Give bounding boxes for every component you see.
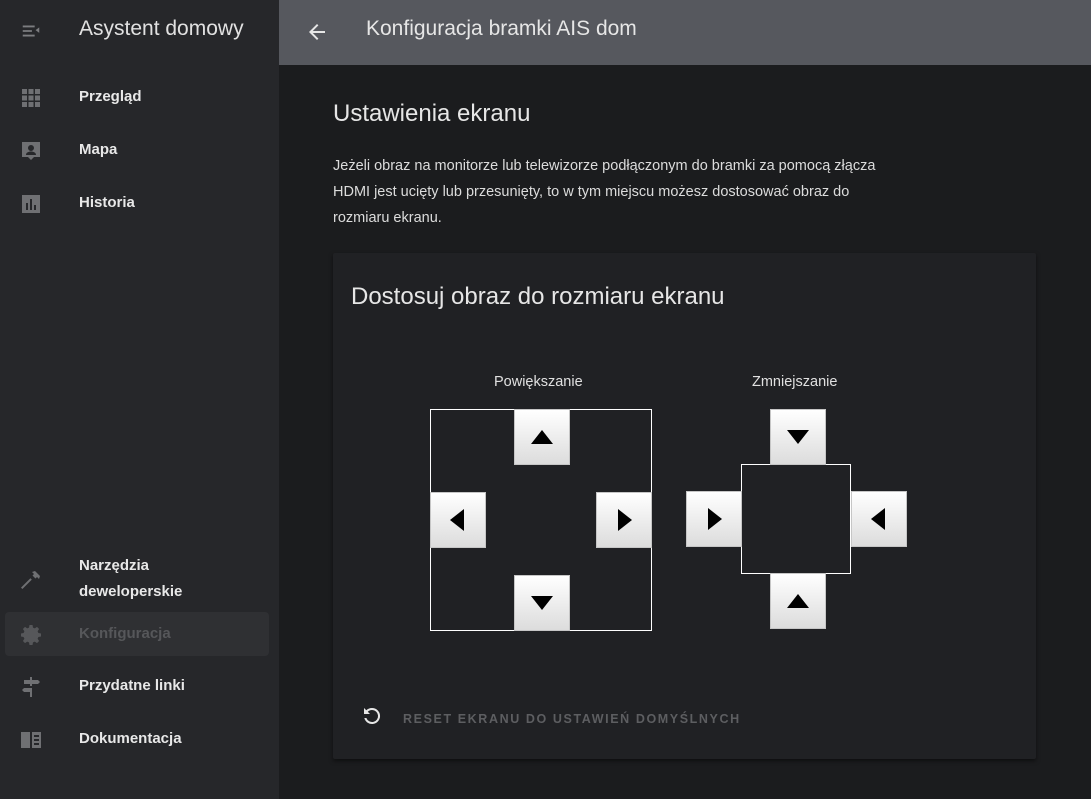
enlarge-right-button[interactable]: [596, 492, 652, 548]
triangle-left-icon: [450, 509, 464, 531]
reset-screen-button[interactable]: RESET EKRANU DO USTAWIEŃ DOMYŚLNYCH: [403, 712, 741, 726]
sidebar-item-documentation[interactable]: Dokumentacja: [5, 717, 269, 761]
sidebar-item-overview[interactable]: Przegląd: [5, 75, 269, 119]
sidebar-item-label-line1: Narzędzia: [79, 557, 150, 574]
sidebar: Asystent domowy Przegląd Mapa Historia N…: [0, 0, 279, 799]
triangle-right-icon: [618, 509, 632, 531]
shrink-down-button[interactable]: [770, 409, 826, 465]
triangle-up-icon: [531, 430, 553, 444]
triangle-up-icon: [787, 594, 809, 608]
sidebar-item-label: Historia: [79, 194, 135, 211]
sidebar-item-history[interactable]: Historia: [5, 181, 269, 225]
restore-icon[interactable]: [360, 704, 384, 728]
enlarge-label: Powiększanie: [494, 374, 583, 390]
shrink-up-button[interactable]: [770, 573, 826, 629]
section-title: Ustawienia ekranu: [333, 100, 531, 127]
sidebar-item-map[interactable]: Mapa: [5, 128, 269, 172]
book-open-icon: [19, 728, 43, 752]
screen-adjust-card: Dostosuj obraz do rozmiaru ekranu Powięk…: [333, 253, 1036, 759]
triangle-down-icon: [787, 430, 809, 444]
page-title: Konfiguracja bramki AIS dom: [366, 17, 637, 40]
enlarge-left-button[interactable]: [430, 492, 486, 548]
signpost-icon: [19, 675, 43, 699]
account-box-icon: [19, 139, 43, 163]
sidebar-item-label: Mapa: [79, 141, 118, 158]
sidebar-item-label: Przegląd: [79, 88, 142, 105]
triangle-left-icon: [871, 508, 885, 530]
shrink-frame: [741, 464, 851, 574]
top-app-bar: Konfiguracja bramki AIS dom: [279, 0, 1091, 65]
sidebar-item-label-line2: deweloperskie: [79, 583, 183, 600]
triangle-down-icon: [531, 596, 553, 610]
hammer-icon: [19, 568, 43, 592]
main-content: Ustawienia ekranu Jeżeli obraz na monito…: [279, 65, 1091, 799]
sidebar-item-label: Dokumentacja: [79, 730, 182, 747]
sidebar-header: Asystent domowy: [0, 0, 279, 64]
sidebar-title: Asystent domowy: [79, 17, 244, 40]
sidebar-item-developer-tools[interactable]: Narzędzia deweloperskie: [5, 555, 269, 605]
shrink-right-button[interactable]: [686, 491, 742, 547]
enlarge-down-button[interactable]: [514, 575, 570, 631]
enlarge-up-button[interactable]: [514, 409, 570, 465]
sidebar-item-label: Narzędzia deweloperskie: [79, 553, 183, 600]
arrow-left-icon[interactable]: [305, 20, 329, 44]
triangle-right-icon: [708, 508, 722, 530]
sidebar-item-configuration[interactable]: Konfiguracja: [5, 612, 269, 656]
chart-box-icon: [19, 192, 43, 216]
sidebar-item-useful-links[interactable]: Przydatne linki: [5, 664, 269, 708]
card-title: Dostosuj obraz do rozmiaru ekranu: [351, 283, 725, 310]
menu-collapse-icon[interactable]: [20, 20, 42, 42]
gear-icon: [19, 623, 43, 647]
sidebar-item-label: Konfiguracja: [79, 625, 171, 642]
section-description: Jeżeli obraz na monitorze lub telewizorz…: [333, 158, 876, 226]
sidebar-item-label: Przydatne linki: [79, 677, 185, 694]
view-dashboard-icon: [19, 86, 43, 110]
shrink-left-button[interactable]: [851, 491, 907, 547]
shrink-label: Zmniejszanie: [752, 374, 838, 390]
